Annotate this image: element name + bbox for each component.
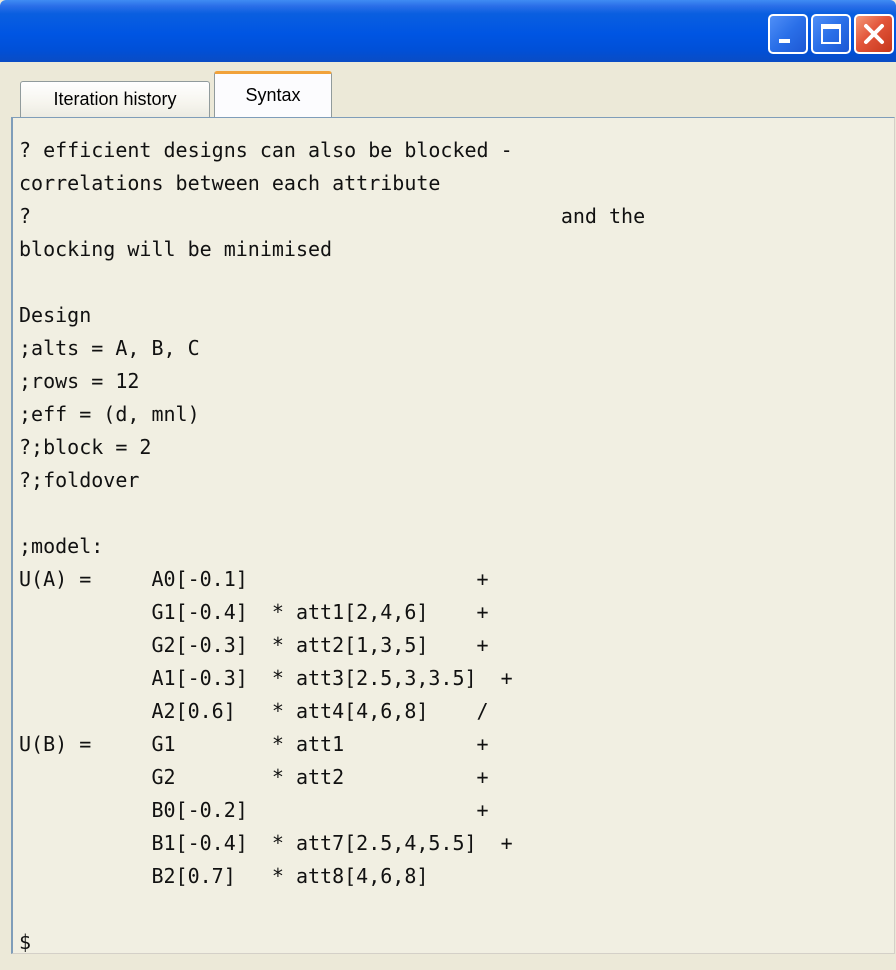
code-line: ;rows = 12	[19, 369, 140, 393]
tab-iteration-history-label: Iteration history	[53, 89, 177, 109]
code-line: Design	[19, 303, 92, 327]
close-button[interactable]	[854, 14, 894, 54]
code-line: blocking will be minimised	[19, 237, 333, 261]
code-line: ?;block = 2	[19, 435, 152, 459]
maximize-icon	[821, 24, 841, 44]
code-line: B2[0.7] * att8[4,6,8]	[19, 864, 429, 888]
code-line: B1[-0.4] * att7[2.5,4,5.5] +	[19, 831, 513, 855]
code-line: $	[19, 930, 32, 954]
code-line: U(A) = A0[-0.1] +	[19, 567, 489, 591]
code-line: ?;foldover	[19, 468, 140, 492]
title-bar[interactable]	[0, 0, 896, 62]
code-line: A1[-0.3] * att3[2.5,3,3.5] +	[19, 666, 513, 690]
code-line: ;alts = A, B, C	[19, 336, 200, 360]
maximize-button[interactable]	[811, 14, 851, 54]
code-line: G2 * att2 +	[19, 765, 489, 789]
tab-iteration-history[interactable]: Iteration history	[20, 81, 210, 117]
code-line: ? efficient designs can also be blocked …	[19, 138, 513, 162]
code-line: ;eff = (d, mnl)	[19, 402, 200, 426]
tab-syntax-label: Syntax	[245, 85, 301, 105]
code-line: A2[0.6] * att4[4,6,8] /	[19, 699, 489, 723]
window-controls	[768, 14, 894, 54]
syntax-code: ? efficient designs can also be blocked …	[13, 118, 894, 954]
code-line: ? and the	[19, 204, 646, 228]
tab-syntax[interactable]: Syntax	[214, 71, 332, 117]
code-line: correlations between each attribute	[19, 171, 441, 195]
minimize-icon	[779, 39, 790, 43]
code-line: G2[-0.3] * att2[1,3,5] +	[19, 633, 489, 657]
close-icon	[864, 24, 884, 44]
code-line: B0[-0.2] +	[19, 798, 489, 822]
code-line: ;model:	[19, 534, 104, 558]
syntax-editor[interactable]: ? efficient designs can also be blocked …	[11, 117, 895, 954]
code-line: G1[-0.4] * att1[2,4,6] +	[19, 600, 489, 624]
application-window: Iteration history Syntax ? efficient des…	[0, 0, 896, 970]
code-line: U(B) = G1 * att1 +	[19, 732, 489, 756]
minimize-button[interactable]	[768, 14, 808, 54]
